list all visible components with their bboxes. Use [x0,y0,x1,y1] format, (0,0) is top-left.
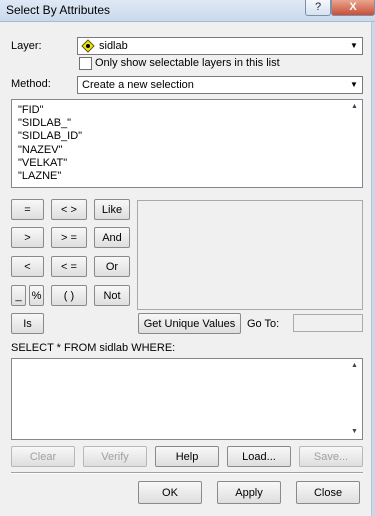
list-item[interactable]: "VELKAT" [18,157,67,169]
ok-button[interactable]: OK [138,481,202,504]
chevron-down-icon[interactable]: ▼ [347,78,361,92]
expression-input[interactable]: ▲ ▼ [11,358,363,440]
greater-than-button[interactable]: > [11,227,44,248]
layer-label: Layer: [11,40,42,52]
not-button[interactable]: Not [94,285,130,306]
apply-button[interactable]: Apply [217,481,281,504]
window-title: Select By Attributes [6,3,111,17]
save-button[interactable]: Save... [299,446,363,467]
parentheses-button[interactable]: ( ) [51,285,87,306]
percent-button[interactable]: % [29,285,44,306]
less-than-button[interactable]: < [11,256,44,277]
method-label: Method: [11,78,51,90]
list-item[interactable]: "SIDLAB_" [18,117,71,129]
chevron-down-icon[interactable]: ▼ [347,39,361,53]
only-selectable-label: Only show selectable layers in this list [95,57,280,69]
load-button[interactable]: Load... [227,446,291,467]
scroll-up-icon[interactable]: ▲ [348,101,361,113]
close-title-button[interactable]: X [331,0,375,16]
greater-equal-button[interactable]: > = [51,227,87,248]
goto-label: Go To: [247,318,280,330]
layer-combo[interactable]: sidlab ▼ [77,37,363,55]
layer-value: sidlab [99,40,128,52]
divider [11,472,363,474]
help-title-button[interactable]: ? [305,0,331,16]
is-button[interactable]: Is [11,313,44,334]
method-value: Create a new selection [82,79,194,91]
underscore-button[interactable]: _ [11,285,26,306]
list-item[interactable]: "FID" [18,104,44,116]
scroll-down-icon[interactable]: ▼ [348,426,361,438]
title-bar: Select By Attributes ? X [0,0,375,22]
scroll-up-icon[interactable]: ▲ [348,360,361,372]
not-equal-button[interactable]: < > [51,199,87,220]
equals-button[interactable]: = [11,199,44,220]
like-button[interactable]: Like [94,199,130,220]
verify-button[interactable]: Verify [83,446,147,467]
question-icon: ? [314,1,322,13]
list-item[interactable]: "NAZEV" [18,144,62,156]
less-equal-button[interactable]: < = [51,256,87,277]
fields-list[interactable]: "FID" "SIDLAB_" "SIDLAB_ID" "NAZEV" "VEL… [11,99,363,188]
feature-layer-icon [81,39,95,53]
only-selectable-checkbox[interactable] [79,57,92,70]
list-item[interactable]: "LAZNE" [18,170,61,182]
method-combo[interactable]: Create a new selection ▼ [77,76,363,94]
unique-values-list[interactable] [137,200,363,310]
and-button[interactable]: And [94,227,130,248]
close-button[interactable]: Close [296,481,360,504]
goto-input[interactable] [293,314,363,332]
clear-button[interactable]: Clear [11,446,75,467]
get-unique-values-button[interactable]: Get Unique Values [138,313,241,334]
help-button[interactable]: Help [155,446,219,467]
list-item[interactable]: "SIDLAB_ID" [18,130,82,142]
expression-prefix: SELECT * FROM sidlab WHERE: [11,342,176,354]
close-icon: X [349,1,357,13]
or-button[interactable]: Or [94,256,130,277]
